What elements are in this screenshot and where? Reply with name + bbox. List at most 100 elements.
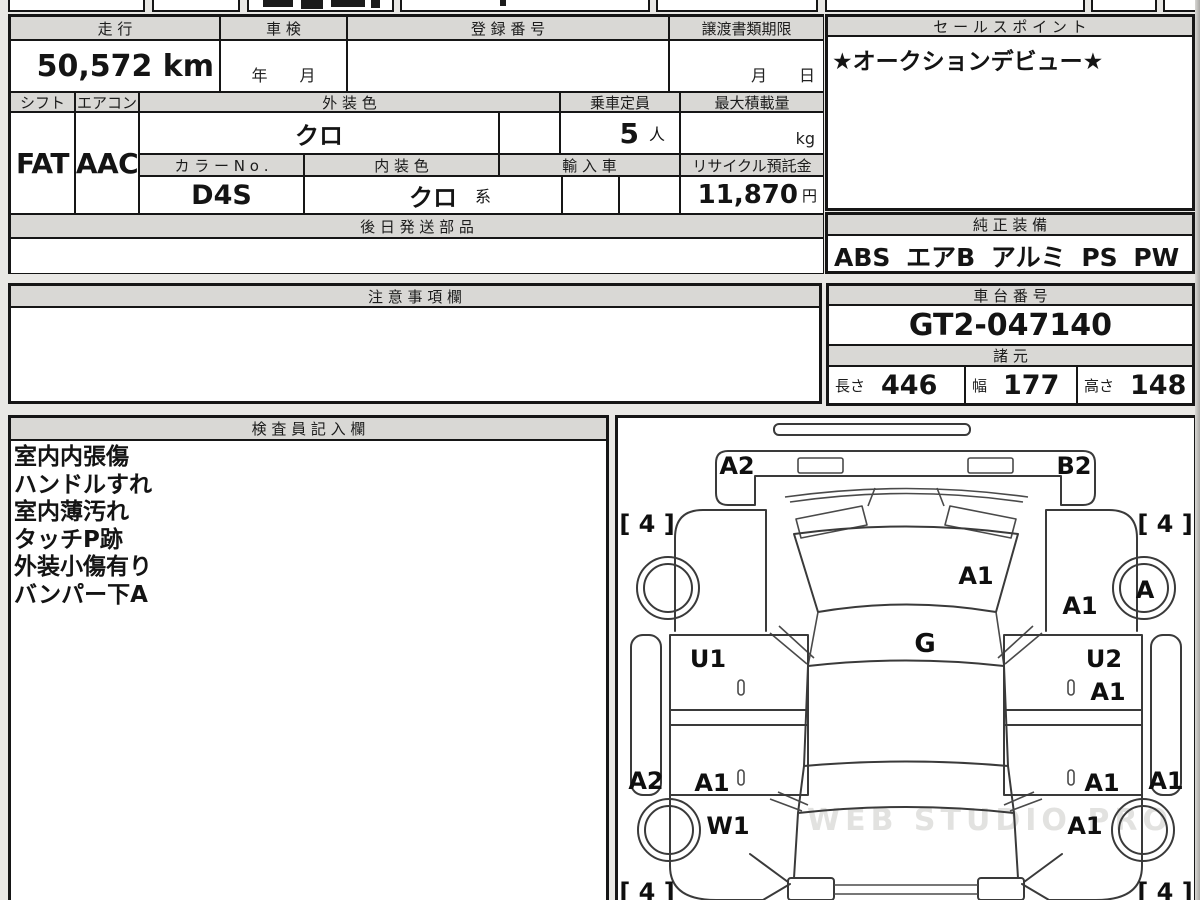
damage-code-label: W1 — [706, 812, 749, 840]
sales-point-box: セ ー ル ス ポ イ ン ト ★オークションデビュー★ — [825, 14, 1195, 211]
inspector-lines: 室内内張傷 ハンドルすれ 室内薄汚れ タッチP跡 外装小傷有り バンパー下A — [11, 444, 606, 609]
inspector-note-line: 外装小傷有り — [14, 554, 152, 580]
headlight-right-shape — [967, 457, 1014, 474]
damage-code-label: A1 — [1062, 592, 1097, 620]
interior-color-name: クロ — [409, 183, 457, 212]
inspector-header: 検 査 員 記 入 欄 — [11, 418, 606, 441]
front-bumper-shape — [773, 423, 971, 436]
rear-bumper-lines — [834, 884, 978, 895]
door-handle-icon — [1067, 769, 1075, 786]
cutoff-cell — [656, 0, 818, 12]
damage-code-label: A2 — [628, 767, 663, 795]
text-fragment — [301, 0, 323, 9]
cutoff-cell — [400, 0, 650, 12]
damage-code-label: [ 4 ] — [619, 510, 674, 538]
color-no-header: カ ラ ー N o . — [140, 155, 305, 177]
recycle-deposit-value: 11,870 円 — [681, 177, 823, 215]
roof-shape — [803, 659, 1009, 767]
shift-header: シフト — [11, 93, 76, 113]
import-sub-cell — [620, 177, 681, 215]
inspector-note-line: タッチP跡 — [14, 526, 123, 553]
transfer-deadline-header: 譲渡書類期限 — [670, 17, 823, 41]
scan-edge-shade — [1195, 0, 1200, 900]
color-no-value: D4S — [140, 177, 305, 215]
chassis-value: GT2-047140 — [829, 306, 1192, 346]
spec-length: 長さ 446 — [829, 367, 966, 403]
damage-code-label: [ 4 ] — [619, 878, 674, 900]
inspector-note-line: バンパー下A — [14, 581, 148, 608]
text-fragment — [371, 0, 380, 8]
length-value: 446 — [881, 369, 938, 401]
damage-code-label: A1 — [1148, 767, 1183, 795]
wiper-link-shape — [867, 487, 945, 507]
exterior-color-header: 外 装 色 — [140, 93, 561, 113]
damage-code-label: A — [1136, 576, 1155, 604]
max-load-header: 最大積載量 — [681, 93, 823, 113]
exterior-color-value: クロ — [140, 113, 500, 155]
chassis-header: 車 台 番 号 — [829, 286, 1192, 306]
aircon-header: エアコン — [76, 93, 140, 113]
wheel-front-left — [636, 556, 700, 620]
max-load-value: kg — [681, 113, 823, 155]
later-parts-value — [11, 239, 823, 273]
specs-header: 諸 元 — [829, 346, 1192, 367]
mileage-header: 走 行 — [11, 17, 221, 41]
sales-point-header: セ ー ル ス ポ イ ン ト — [828, 17, 1192, 37]
import-header: 輸 入 車 — [500, 155, 681, 177]
recycle-deposit-unit: 円 — [801, 186, 817, 205]
cutoff-cell — [825, 0, 1085, 12]
inspector-note-line: 室内薄汚れ — [14, 499, 129, 525]
spec-height: 高さ 148 — [1078, 367, 1192, 403]
cowl-shape — [784, 487, 1029, 503]
shaken-header: 車 検 — [221, 17, 348, 41]
cutoff-cell — [1091, 0, 1157, 12]
text-fragment — [331, 0, 365, 7]
height-label: 高さ — [1084, 376, 1115, 395]
interior-color-value: クロ 系 — [305, 177, 563, 215]
damage-code-label: A1 — [694, 769, 729, 797]
door-handle-icon — [737, 679, 745, 696]
cutoff-cell — [8, 0, 145, 12]
shift-value: FAT — [11, 113, 76, 215]
transfer-deadline-value: 月 日 — [670, 41, 823, 93]
front-left-fender-shape — [674, 509, 767, 632]
registration-header: 登 録 番 号 — [348, 17, 670, 41]
mileage-value: 50,572 km — [11, 41, 221, 93]
interior-color-header: 内 装 色 — [305, 155, 500, 177]
damage-code-label: A1 — [1084, 769, 1119, 797]
spec-width: 幅 177 — [966, 367, 1078, 403]
taillight-right-shape — [977, 877, 1025, 900]
shaken-value: 年 月 — [221, 41, 348, 93]
inspector-note-line: ハンドルすれ — [14, 471, 152, 498]
damage-code-label: U2 — [1086, 645, 1122, 673]
auction-sheet: 走 行 車 検 登 録 番 号 譲渡書類期限 50,572 km 年 月 月 日… — [0, 0, 1200, 900]
damage-code-label: B2 — [1057, 452, 1092, 480]
door-handle-icon — [737, 769, 745, 786]
text-fragment — [263, 0, 293, 7]
text-fragment — [500, 0, 506, 6]
exterior-color-sub-cell — [500, 113, 561, 155]
length-label: 長さ — [835, 376, 866, 395]
damage-diagram-box: WEB STUDIO PRO A2 B2 [4] [4] A1 A1 A… — [615, 415, 1197, 900]
rear-left-fender-shape — [669, 794, 791, 900]
sales-point-value: ★オークションデビュー★ — [832, 49, 1104, 75]
taillight-left-shape — [787, 877, 835, 900]
inspector-box: 検 査 員 記 入 欄 室内内張傷 ハンドルすれ 室内薄汚れ タッチP跡 外装小傷有りバ… — [8, 415, 609, 900]
height-value: 148 — [1130, 369, 1187, 401]
later-parts-header: 後 日 発 送 部 品 — [11, 215, 823, 239]
width-label: 幅 — [972, 376, 988, 395]
cutoff-cell — [152, 0, 240, 12]
damage-code-label: [ 4 ] — [1137, 878, 1192, 900]
capacity-header: 乗車定員 — [561, 93, 681, 113]
wheel-front-left-inner — [643, 563, 693, 613]
capacity-number: 5 — [619, 116, 639, 150]
capacity-unit: 人 — [648, 125, 665, 144]
cutoff-cell — [247, 0, 394, 12]
notes-body — [11, 308, 819, 401]
inspector-note-line: 室内内張傷 — [14, 444, 129, 470]
equipment-value: ABS エアB アルミ PS PW — [834, 242, 1180, 272]
chassis-spec-box: 車 台 番 号 GT2-047140 諸 元 長さ 446 幅 177 高さ 1… — [826, 283, 1195, 406]
a-pillar-lines — [769, 611, 1043, 667]
headlight-left-shape — [797, 457, 844, 474]
hood-shape — [715, 450, 1096, 506]
